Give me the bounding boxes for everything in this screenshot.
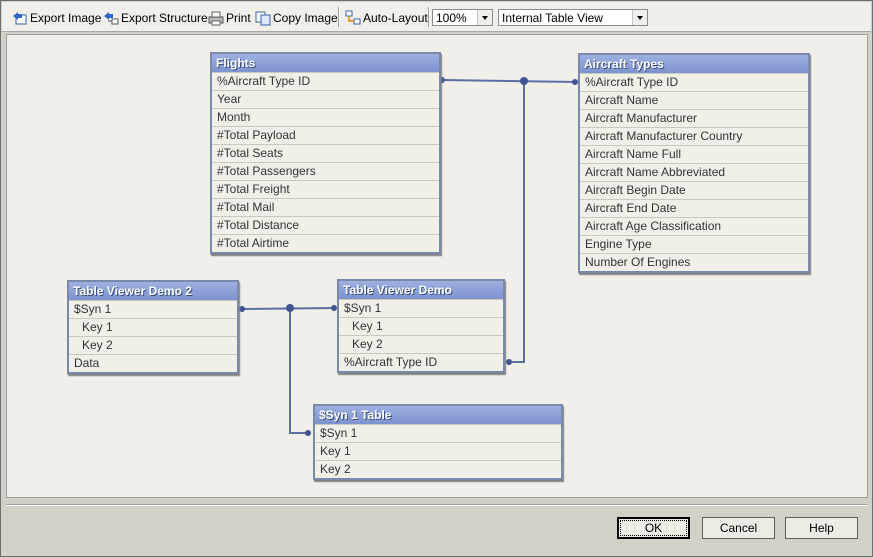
table-title: Table Viewer Demo [339, 281, 503, 299]
table-field[interactable]: Key 2 [339, 335, 503, 353]
footer-divider [6, 504, 868, 506]
table-field[interactable]: Number Of Engines [580, 253, 808, 271]
table-field[interactable]: #Total Freight [212, 180, 439, 198]
table-title: Flights [212, 54, 439, 72]
table-field[interactable]: Key 1 [339, 317, 503, 335]
table-field[interactable]: Aircraft Name Full [580, 145, 808, 163]
table-field[interactable]: Key 1 [315, 442, 561, 460]
table-syn-1[interactable]: $Syn 1 Table $Syn 1 Key 1 Key 2 [313, 404, 563, 480]
table-field[interactable]: Month [212, 108, 439, 126]
table-field[interactable]: Engine Type [580, 235, 808, 253]
table-title: Aircraft Types [580, 55, 808, 73]
table-field[interactable]: Aircraft Begin Date [580, 181, 808, 199]
table-field[interactable]: Key 2 [315, 460, 561, 478]
table-viewer-demo-2[interactable]: Table Viewer Demo 2 $Syn 1 Key 1 Key 2 D… [67, 280, 239, 374]
ok-button[interactable]: OK [617, 517, 690, 539]
link-line [289, 308, 308, 434]
table-field[interactable]: Aircraft Manufacturer [580, 109, 808, 127]
table-field[interactable]: Aircraft Age Classification [580, 217, 808, 235]
table-field[interactable]: Aircraft Manufacturer Country [580, 127, 808, 145]
table-field[interactable]: #Total Airtime [212, 234, 439, 252]
link-line [509, 81, 525, 363]
table-field[interactable]: Year [212, 90, 439, 108]
link-line [441, 79, 578, 83]
link-node [286, 304, 294, 312]
table-field[interactable]: $Syn 1 [69, 300, 237, 318]
table-field[interactable]: $Syn 1 [315, 424, 561, 442]
table-viewer-demo[interactable]: Table Viewer Demo $Syn 1 Key 1 Key 2 %Ai… [337, 279, 505, 373]
table-viewer-window: Export Image Export Structure Print Copy… [0, 0, 873, 557]
table-flights[interactable]: Flights %Aircraft Type ID Year Month #To… [210, 52, 441, 254]
table-title: Table Viewer Demo 2 [69, 282, 237, 300]
link-node [506, 359, 512, 365]
table-field[interactable]: Aircraft Name [580, 91, 808, 109]
table-field[interactable]: #Total Payload [212, 126, 439, 144]
table-field[interactable]: Key 1 [69, 318, 237, 336]
table-field[interactable]: Key 2 [69, 336, 237, 354]
table-field[interactable]: #Total Distance [212, 216, 439, 234]
link-node [305, 430, 311, 436]
table-aircraft-types[interactable]: Aircraft Types %Aircraft Type ID Aircraf… [578, 53, 810, 273]
table-field[interactable]: #Total Seats [212, 144, 439, 162]
table-field[interactable]: Data [69, 354, 237, 372]
cancel-button[interactable]: Cancel [702, 517, 775, 539]
table-field[interactable]: #Total Passengers [212, 162, 439, 180]
table-title: $Syn 1 Table [315, 406, 561, 424]
help-button[interactable]: Help [785, 517, 858, 539]
table-field[interactable]: $Syn 1 [339, 299, 503, 317]
table-field[interactable]: Aircraft Name Abbreviated [580, 163, 808, 181]
table-field[interactable]: %Aircraft Type ID [212, 72, 439, 90]
link-node [239, 306, 245, 312]
table-field[interactable]: #Total Mail [212, 198, 439, 216]
link-node [520, 77, 528, 85]
table-field[interactable]: %Aircraft Type ID [580, 73, 808, 91]
table-field[interactable]: %Aircraft Type ID [339, 353, 503, 371]
table-field[interactable]: Aircraft End Date [580, 199, 808, 217]
